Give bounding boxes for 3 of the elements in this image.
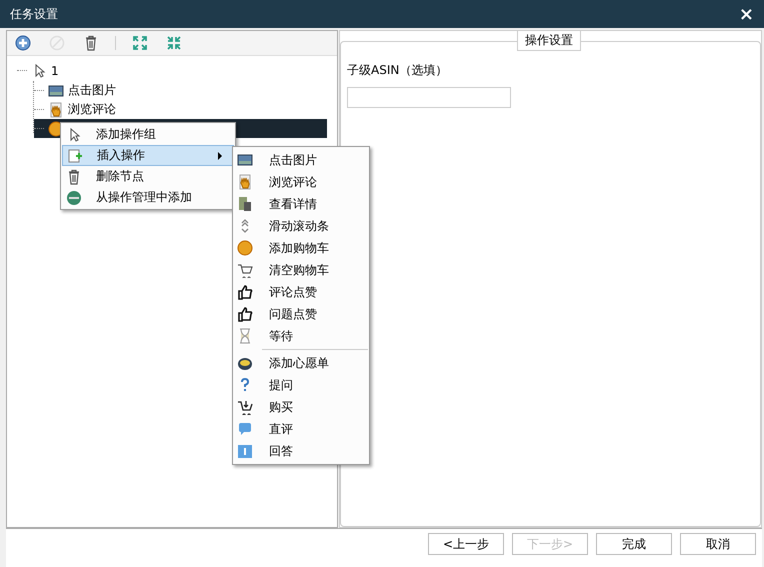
group-title: 操作设置 (517, 30, 581, 51)
field-label: 子级ASIN（选填） (347, 62, 448, 79)
window-title: 任务设置 (10, 6, 58, 22)
